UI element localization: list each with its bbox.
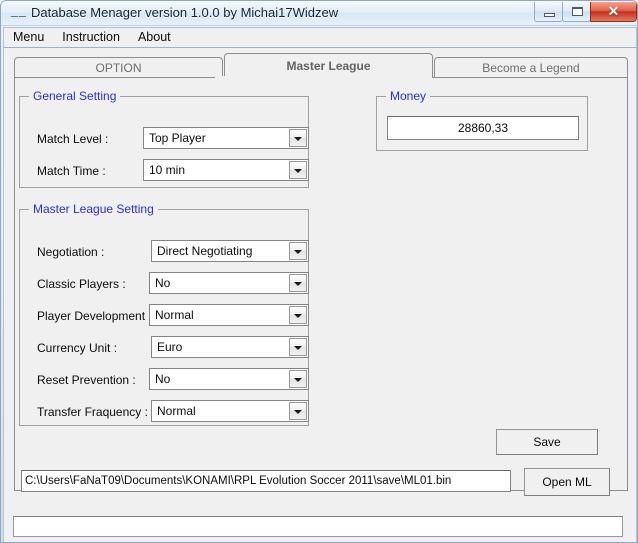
general-setting-title: General Setting <box>29 89 121 103</box>
master-league-setting-title: Master League Setting <box>29 202 158 216</box>
maximize-button[interactable] <box>562 2 591 22</box>
negotiation-combobox[interactable]: Direct Negotiating <box>151 240 309 262</box>
match-time-label: Match Time : <box>37 164 106 178</box>
reset-prevention-combobox[interactable]: No <box>149 368 309 390</box>
negotiation-value: Direct Negotiating <box>157 244 253 258</box>
chevron-down-icon[interactable] <box>289 306 307 324</box>
money-value-field[interactable]: 28860,33 <box>387 116 579 140</box>
tab-option[interactable]: OPTION <box>14 57 223 78</box>
tab-become-a-legend[interactable]: Become a Legend <box>434 57 628 78</box>
currency-unit-value: Euro <box>157 340 183 354</box>
file-path-input[interactable]: C:\Users\FaNaT09\Documents\KONAMI\RPL Ev… <box>21 470 511 492</box>
chevron-down-icon[interactable] <box>289 129 307 147</box>
match-time-value: 10 min <box>149 163 186 177</box>
transfer-frequency-value: Normal <box>157 404 196 418</box>
application-window: ⚊⚊ Database Menager version 1.0.0 by Mic… <box>0 0 638 543</box>
title-bar: ⚊⚊ Database Menager version 1.0.0 by Mic… <box>1 1 637 26</box>
negotiation-label: Negotiation : <box>37 245 105 259</box>
tab-strip: OPTION Master League Become a Legend <box>14 53 628 78</box>
reset-prevention-label: Reset Prevention : <box>37 373 136 387</box>
reset-prevention-value: No <box>155 372 171 386</box>
tab-selected-merge <box>215 76 422 79</box>
menu-item-menu[interactable]: Menu <box>11 28 53 47</box>
status-bar-field[interactable] <box>13 516 623 537</box>
menu-bar: Menu Instruction About <box>3 27 637 48</box>
currency-unit-combobox[interactable]: Euro <box>151 336 309 358</box>
transfer-frequency-label: Transfer Fraquency : <box>37 405 148 419</box>
open-ml-button[interactable]: Open ML <box>524 468 610 496</box>
match-time-combobox[interactable]: 10 min <box>143 159 309 181</box>
player-development-combobox[interactable]: Normal <box>149 304 309 326</box>
chevron-down-icon[interactable] <box>289 338 307 356</box>
app-icon: ⚊⚊ <box>10 9 26 20</box>
match-level-combobox[interactable]: Top Player <box>143 127 309 149</box>
menu-item-instruction[interactable]: Instruction <box>60 28 129 47</box>
window-title: Database Menager version 1.0.0 by Michai… <box>31 5 339 20</box>
classic-players-combobox[interactable]: No <box>149 272 309 294</box>
classic-players-label: Classic Players : <box>37 277 126 291</box>
chevron-down-icon[interactable] <box>289 274 307 292</box>
classic-players-value: No <box>155 276 171 290</box>
tab-master-league[interactable]: Master League <box>224 53 433 78</box>
transfer-frequency-combobox[interactable]: Normal <box>151 400 309 422</box>
menu-item-about[interactable]: About <box>136 28 180 47</box>
chevron-down-icon[interactable] <box>289 161 307 179</box>
money-title: Money <box>386 89 431 103</box>
chevron-down-icon[interactable] <box>289 370 307 388</box>
save-button[interactable]: Save <box>496 429 598 455</box>
chevron-down-icon[interactable] <box>289 402 307 420</box>
window-controls: ✕ <box>534 2 637 22</box>
money-group: Money 28860,33 <box>376 89 588 151</box>
chevron-down-icon[interactable] <box>289 242 307 260</box>
player-development-value: Normal <box>155 308 194 322</box>
player-development-label: Player Development : <box>37 309 152 323</box>
close-button[interactable]: ✕ <box>590 2 637 22</box>
minimize-button[interactable] <box>534 2 563 22</box>
match-level-label: Match Level : <box>37 132 109 146</box>
currency-unit-label: Currency Unit : <box>37 341 118 355</box>
match-level-value: Top Player <box>149 131 206 145</box>
